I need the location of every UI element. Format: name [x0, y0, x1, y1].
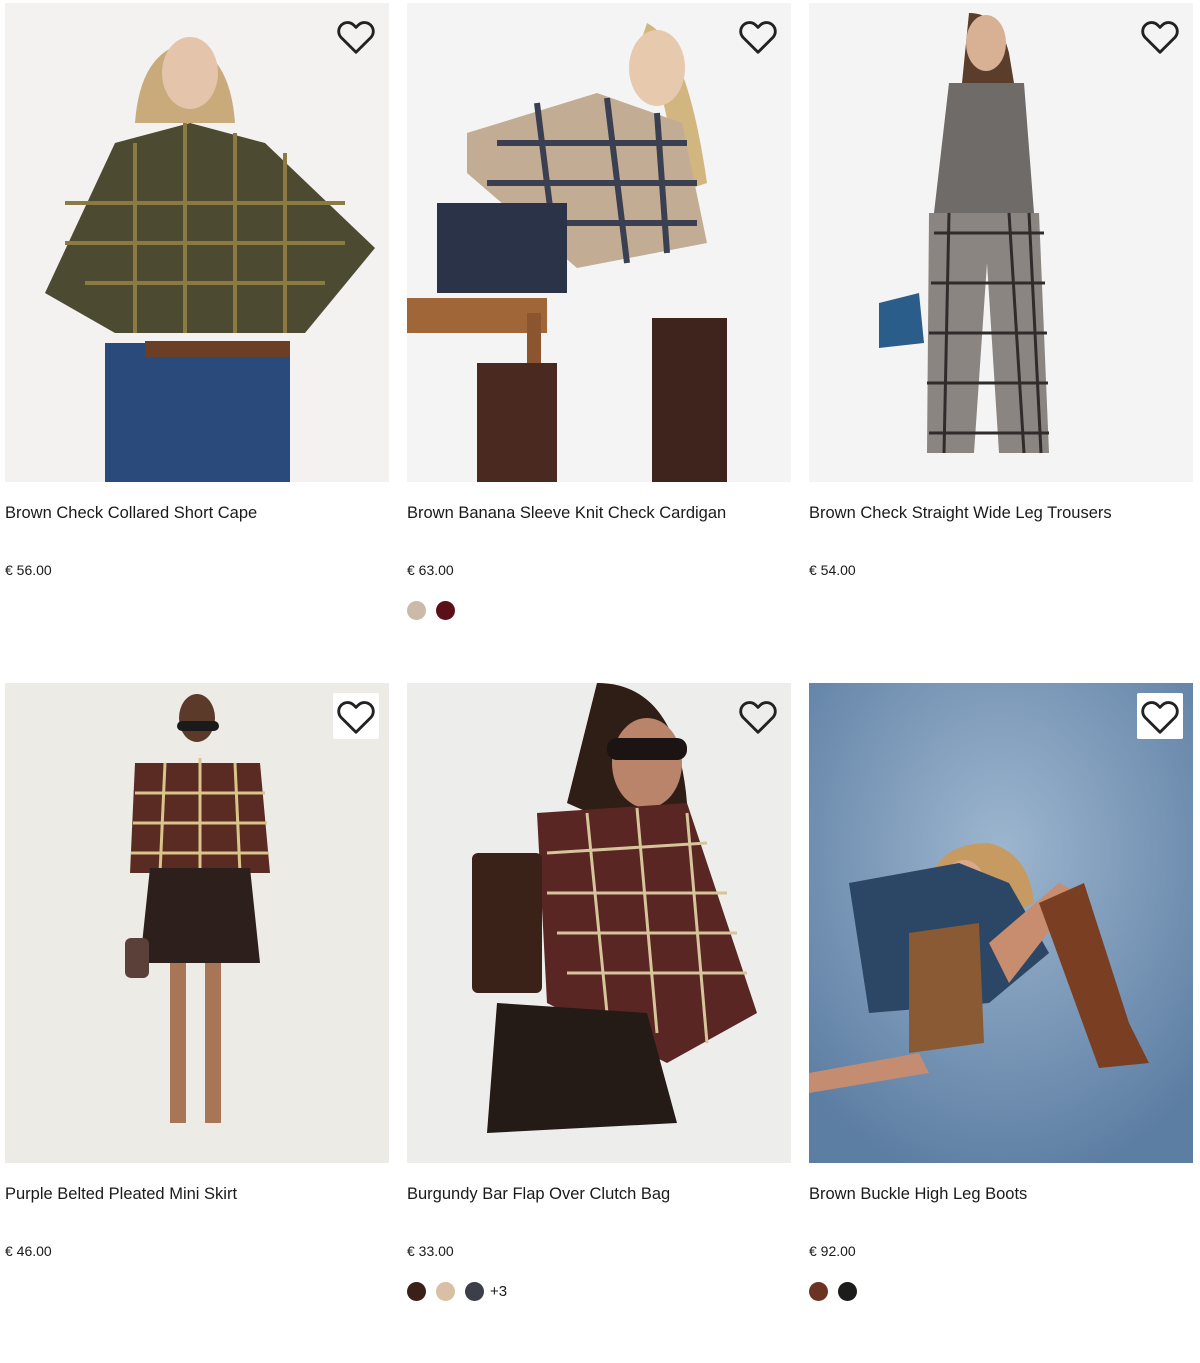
product-name[interactable]: Burgundy Bar Flap Over Clutch Bag — [407, 1184, 791, 1204]
heart-outline-icon — [337, 701, 375, 734]
product-image[interactable] — [407, 3, 791, 482]
heart-outline-icon — [1141, 701, 1179, 734]
color-swatches: +3 — [407, 1282, 791, 1301]
color-swatch[interactable] — [809, 1282, 828, 1301]
color-swatch[interactable] — [838, 1282, 857, 1301]
product-price: € 46.00 — [5, 1243, 52, 1259]
color-swatch[interactable] — [465, 1282, 484, 1301]
product-image[interactable] — [5, 3, 389, 482]
color-swatch[interactable] — [407, 1282, 426, 1301]
wishlist-button[interactable] — [1137, 693, 1183, 739]
product-name[interactable]: Purple Belted Pleated Mini Skirt — [5, 1184, 389, 1204]
product-image[interactable] — [407, 683, 791, 1163]
product-card[interactable]: Purple Belted Pleated Mini Skirt € 46.00 — [5, 683, 389, 1363]
product-price: € 54.00 — [809, 562, 856, 578]
wishlist-button[interactable] — [333, 13, 379, 59]
color-swatches — [809, 1282, 1193, 1301]
wishlist-button[interactable] — [1137, 13, 1183, 59]
color-swatch[interactable] — [436, 601, 455, 620]
product-name[interactable]: Brown Banana Sleeve Knit Check Cardigan — [407, 503, 791, 523]
product-image[interactable] — [809, 3, 1193, 482]
heart-outline-icon — [739, 701, 777, 734]
more-colors-link[interactable]: +3 — [490, 1283, 507, 1300]
wishlist-button[interactable] — [735, 13, 781, 59]
product-card[interactable]: Burgundy Bar Flap Over Clutch Bag € 33.0… — [407, 683, 791, 1363]
product-price: € 33.00 — [407, 1243, 454, 1259]
heart-outline-icon — [739, 21, 777, 54]
heart-outline-icon — [1141, 21, 1179, 54]
color-swatch[interactable] — [407, 601, 426, 620]
heart-outline-icon — [337, 21, 375, 54]
product-card[interactable]: Brown Banana Sleeve Knit Check Cardigan … — [407, 3, 791, 683]
product-card[interactable]: Brown Check Straight Wide Leg Trousers €… — [809, 3, 1193, 683]
product-card[interactable]: Brown Buckle High Leg Boots € 92.00 — [809, 683, 1193, 1363]
product-price: € 92.00 — [809, 1243, 856, 1259]
product-image[interactable] — [5, 683, 389, 1163]
color-swatch[interactable] — [436, 1282, 455, 1301]
product-name[interactable]: Brown Check Collared Short Cape — [5, 503, 389, 523]
product-image[interactable] — [809, 683, 1193, 1163]
product-name[interactable]: Brown Check Straight Wide Leg Trousers — [809, 503, 1193, 523]
product-name[interactable]: Brown Buckle High Leg Boots — [809, 1184, 1193, 1204]
product-grid: Brown Check Collared Short Cape € 56.00 … — [5, 3, 1195, 1363]
wishlist-button[interactable] — [735, 693, 781, 739]
color-swatches — [407, 601, 791, 620]
product-card[interactable]: Brown Check Collared Short Cape € 56.00 — [5, 3, 389, 683]
wishlist-button[interactable] — [333, 693, 379, 739]
product-price: € 56.00 — [5, 562, 52, 578]
product-price: € 63.00 — [407, 562, 454, 578]
